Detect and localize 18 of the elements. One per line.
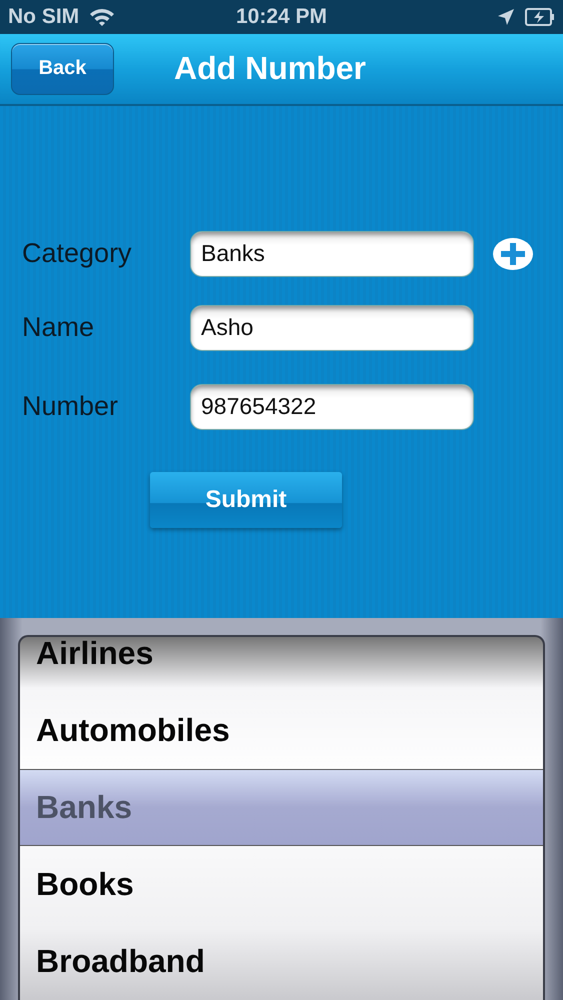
wifi-icon [89, 6, 116, 27]
back-button[interactable]: Back [11, 42, 114, 95]
input-field[interactable]: Asho [190, 304, 474, 351]
add-icon[interactable] [492, 236, 534, 271]
battery-charging-icon [525, 8, 556, 26]
picker-option[interactable]: Airlines [20, 637, 543, 692]
clock-text: 10:24 PM [236, 4, 328, 29]
field-label: Number [22, 391, 120, 422]
picker-option[interactable]: Automobiles [20, 692, 543, 770]
carrier-text: No SIM [8, 4, 80, 29]
picker-option[interactable]: Books [20, 846, 543, 924]
screen-title: Add Number [174, 50, 366, 88]
input-field[interactable]: Banks [190, 230, 474, 277]
location-arrow-icon [497, 8, 516, 26]
input-field[interactable]: 987654322 [190, 384, 474, 430]
field-label: Name [22, 312, 96, 344]
picker-option[interactable]: Broadband [20, 923, 543, 1000]
field-label: Category [22, 238, 133, 270]
